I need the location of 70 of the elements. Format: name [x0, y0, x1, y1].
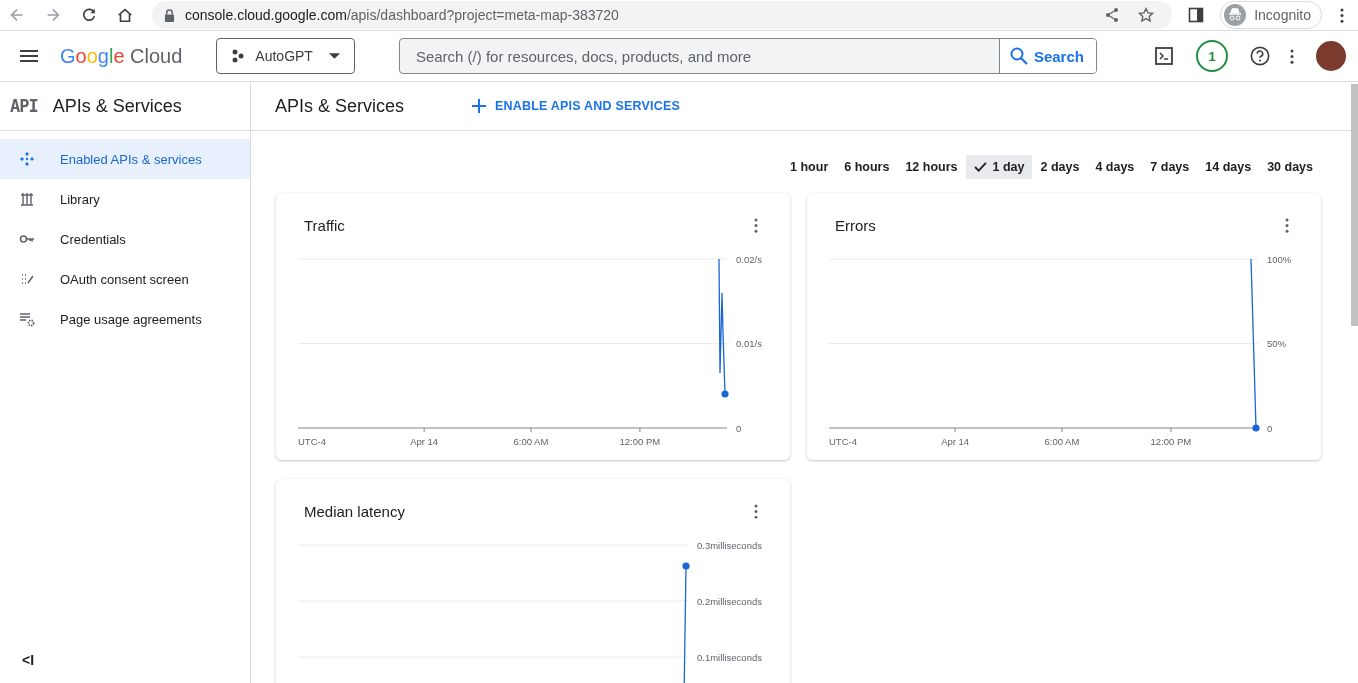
y-axis-label: 0.3milliseconds	[697, 539, 762, 551]
y-axis-label: 0	[736, 422, 742, 434]
dropdown-icon	[328, 53, 340, 59]
collapse-sidebar-button[interactable]: <I	[16, 651, 41, 669]
share-icon[interactable]	[1104, 7, 1121, 23]
scrollbar[interactable]	[1351, 84, 1358, 326]
search-icon	[1009, 47, 1028, 65]
time-range-option[interactable]: 6 hours	[836, 155, 898, 179]
y-axis-label: 50%	[1267, 338, 1286, 349]
google-cloud-logo[interactable]: Google Cloud	[60, 44, 183, 68]
data-point	[1252, 424, 1260, 432]
sidebar-item[interactable]: Enabled APIs & services	[0, 139, 250, 179]
time-range-option[interactable]: 1 day	[965, 155, 1033, 179]
lock-icon	[164, 8, 175, 22]
y-axis-label: 0.1milliseconds	[697, 651, 762, 663]
search-button[interactable]: Search	[998, 39, 1096, 73]
address-bar[interactable]: console.cloud.google.com/apis/dashboard?project=meta-map-383720	[152, 1, 1173, 29]
x-axis-label: Apr 14	[410, 436, 439, 447]
time-range-option[interactable]: 4 days	[1087, 155, 1143, 179]
y-axis-label: 0.02/s	[736, 253, 762, 265]
incognito-icon	[1224, 4, 1247, 26]
side-panel-icon[interactable]	[1188, 7, 1205, 23]
enable-apis-button[interactable]: ENABLE APIS AND SERVICES	[466, 98, 686, 114]
search-field[interactable]: Search (/) for resources, docs, products, and more Search	[398, 38, 1097, 74]
checkmark-icon	[973, 162, 987, 172]
y-axis-label: 0	[1267, 422, 1273, 434]
terminal-icon[interactable]	[1154, 46, 1174, 66]
time-range-option[interactable]: 12 hours	[897, 155, 966, 179]
x-axis-label: 6:00 AM	[1044, 436, 1080, 447]
sidebar-item[interactable]: Library	[0, 179, 250, 219]
project-picker[interactable]: AutoGPT	[216, 38, 355, 74]
sidebar-title: APIs & Services	[52, 95, 182, 117]
library-icon	[19, 191, 35, 207]
x-axis-label: UTC-4	[298, 436, 326, 447]
time-range-option[interactable]: 1 hour	[782, 155, 837, 179]
sidebar-item[interactable]: Page usage agreements	[0, 299, 250, 339]
chart-title: Traffic	[304, 216, 345, 234]
home-icon[interactable]	[116, 6, 134, 24]
chart-title: Median latency	[304, 502, 405, 520]
avatar[interactable]	[1316, 41, 1346, 71]
y-axis-label: 0.01/s	[736, 338, 762, 349]
time-range-option[interactable]: 7 days	[1142, 155, 1198, 179]
plus-icon	[472, 99, 487, 113]
x-axis-label: Apr 14	[941, 436, 970, 447]
url-text: console.cloud.google.com/apis/dashboard?project=meta-map-383720	[185, 7, 619, 23]
data-point	[682, 562, 690, 570]
sidebar-item[interactable]: OAuth consent screen	[0, 259, 250, 299]
dotted-check-icon	[19, 271, 35, 287]
menu-icon[interactable]	[20, 50, 38, 62]
x-axis-label: 12:00 PM	[1150, 436, 1192, 447]
y-axis-label: 100%	[1267, 253, 1292, 265]
x-axis-label: 12:00 PM	[619, 436, 661, 447]
api-logo: API	[10, 96, 38, 116]
data-point	[721, 390, 729, 398]
chart-title: Errors	[835, 216, 876, 234]
diamond-dots-icon	[19, 151, 35, 167]
help-icon[interactable]	[1250, 46, 1270, 66]
project-icon	[231, 49, 246, 63]
page-title: APIs & Services	[275, 95, 405, 117]
time-range-option[interactable]: 14 days	[1197, 155, 1260, 179]
sidebar-item[interactable]: Credentials	[0, 219, 250, 259]
x-axis-label: 6:00 AM	[513, 436, 549, 447]
reload-icon[interactable]	[80, 6, 98, 24]
y-axis-label: 0.2milliseconds	[697, 595, 762, 607]
star-icon[interactable]	[1138, 7, 1155, 23]
time-range-option[interactable]: 30 days	[1259, 155, 1321, 179]
x-axis-label: UTC-4	[829, 436, 857, 447]
list-settings-icon	[19, 311, 35, 327]
notification-badge[interactable]: 1	[1196, 40, 1228, 72]
time-range-option[interactable]: 2 days	[1032, 155, 1088, 179]
